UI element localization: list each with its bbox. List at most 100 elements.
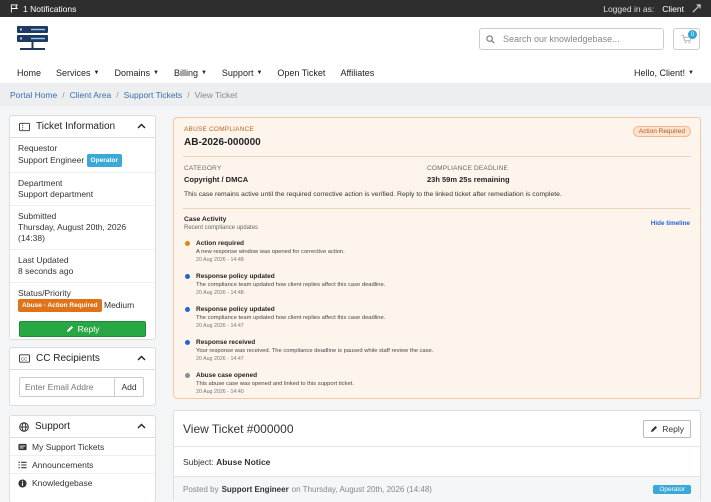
cc-email-input[interactable]: [19, 377, 115, 397]
account-menu[interactable]: Hello, Client! ▼: [634, 68, 694, 78]
support-my-tickets-label: My Support Tickets: [32, 441, 105, 452]
timeline-timestamp: 20 Aug 2026 - 14:48: [196, 257, 244, 263]
poster-operator-badge: Operator: [653, 485, 691, 494]
divider: [183, 156, 691, 157]
posted-on: on Thursday, August 20th, 2026 (14:48): [291, 485, 432, 494]
nav-open-ticket-label: Open Ticket: [277, 67, 326, 78]
cc-recipients-title: CC Recipients: [36, 353, 100, 364]
info-icon: [18, 478, 27, 488]
divider: [183, 208, 691, 209]
requestor-row: Requestor Support Engineer Operator: [10, 138, 155, 173]
ticket-info-header[interactable]: Ticket Information: [10, 116, 155, 138]
timeline-description: The compliance team updated how client r…: [196, 315, 386, 321]
timeline-timestamp: 20 Aug 2026 - 14:40: [196, 389, 244, 395]
notifications-label: 1 Notifications: [23, 3, 77, 14]
cc-icon: CC: [19, 354, 30, 363]
cart-button[interactable]: 0: [673, 28, 700, 50]
cc-add-button[interactable]: Add: [115, 377, 144, 397]
department-label: Department: [18, 178, 63, 188]
caret-down-icon: ▼: [200, 69, 207, 76]
case-activity-title: Case Activity: [184, 216, 227, 223]
timeline-dot: [185, 340, 190, 345]
cc-form: Add: [10, 370, 155, 404]
nav-billing-label: Billing: [173, 67, 198, 78]
server-logo-icon[interactable]: [17, 26, 48, 54]
notifications-link[interactable]: 1 Notifications: [10, 4, 76, 14]
view-ticket-title: View Ticket #000000: [183, 421, 294, 436]
requestor-name: Support Engineer: [18, 154, 85, 165]
breadcrumb-current: View Ticket: [194, 89, 238, 100]
nav-open-ticket[interactable]: Open Ticket: [277, 68, 325, 78]
ticket-subject: Subject: Abuse Notice: [174, 447, 700, 477]
cart-count-badge: 0: [688, 30, 697, 39]
hide-timeline-link[interactable]: Hide timeline: [651, 220, 690, 227]
logout-icon[interactable]: [692, 4, 701, 13]
poster-name: Support Engineer: [221, 485, 289, 494]
timeline-timestamp: 20 Aug 2026 - 14:47: [196, 323, 244, 329]
nav-support-label: Support: [221, 67, 254, 78]
svg-text:CC: CC: [21, 357, 28, 362]
breadcrumb-separator: /: [116, 89, 119, 100]
nav-affiliates-label: Affiliates: [340, 67, 375, 78]
view-ticket-reply-button[interactable]: Reply: [643, 419, 691, 438]
top-bar: 1 Notifications Logged in as: Client: [0, 0, 711, 17]
support-header[interactable]: Support: [10, 416, 155, 438]
list-icon: [18, 461, 27, 468]
category-label: CATEGORY: [184, 165, 222, 172]
logged-in-user[interactable]: Client: [662, 4, 684, 14]
timeline-description: This abuse case was opened and linked to…: [196, 381, 354, 387]
caret-down-icon: ▼: [688, 69, 694, 76]
chevron-up-icon[interactable]: [137, 353, 146, 364]
category-value: Copyright / DMCA: [184, 175, 249, 184]
breadcrumb-support-tickets[interactable]: Support Tickets: [124, 90, 183, 100]
timeline-timestamp: 20 Aug 2026 - 14:48: [196, 290, 244, 296]
submitted-row: Submitted Thursday, August 20th, 2026 (1…: [10, 206, 155, 250]
caret-down-icon: ▼: [256, 69, 263, 76]
knowledgebase-search[interactable]: [479, 28, 664, 50]
view-ticket-card: View Ticket #000000 Reply Subject: Abuse…: [173, 410, 701, 502]
nav-domains[interactable]: Domains ▼: [114, 68, 158, 78]
nav-affiliates[interactable]: Affiliates: [340, 68, 374, 78]
timeline-title: Response policy updated: [196, 273, 275, 280]
breadcrumb-separator: /: [62, 89, 65, 100]
timeline-timestamp: 20 Aug 2026 - 14:47: [196, 356, 244, 362]
view-ticket-header: View Ticket #000000 Reply: [174, 411, 700, 447]
nav-home[interactable]: Home: [17, 68, 41, 78]
deadline-label: COMPLIANCE DEADLINE: [427, 165, 509, 172]
nav-home-label: Home: [17, 67, 42, 78]
abuse-compliance-card: ABUSE COMPLIANCE AB-2026-000000 Action R…: [173, 117, 701, 399]
support-knowledgebase[interactable]: Knowledgebase: [10, 474, 155, 492]
department-value: Support department: [18, 189, 94, 199]
reply-button-label: Reply: [77, 324, 100, 334]
chevron-up-icon[interactable]: [137, 421, 146, 432]
subject-label: Subject:: [183, 457, 214, 467]
breadcrumb-client-area[interactable]: Client Area: [70, 90, 112, 100]
timeline-title: Response policy updated: [196, 306, 275, 313]
nav-support[interactable]: Support ▼: [222, 68, 262, 78]
timeline-description: The compliance team updated how client r…: [196, 282, 386, 288]
ticket-info-title: Ticket Information: [36, 121, 116, 132]
greeting-label: Hello, Client!: [634, 67, 686, 78]
submitted-date: Thursday, August 20th, 2026: [18, 222, 127, 232]
reply-button[interactable]: Reply: [19, 321, 146, 337]
message-footer: Posted by Support Engineer on Thursday, …: [174, 476, 700, 502]
breadcrumb-portal-home[interactable]: Portal Home: [10, 90, 57, 100]
breadcrumb: Portal Home / Client Area / Support Tick…: [0, 83, 711, 106]
flag-icon: [10, 4, 19, 13]
subject-value: Abuse Notice: [216, 457, 271, 467]
cc-recipients-header[interactable]: CC CC Recipients: [10, 348, 155, 370]
support-announcements[interactable]: Announcements: [10, 456, 155, 474]
pencil-icon: [66, 326, 73, 332]
nav-services[interactable]: Services ▼: [56, 68, 99, 78]
chevron-up-icon[interactable]: [137, 121, 146, 132]
support-panel: Support My Support Tickets Announcements…: [9, 415, 156, 502]
ticket-icon: [19, 122, 30, 131]
action-required-pill: Action Required: [632, 126, 691, 137]
support-announcements-label: Announcements: [32, 459, 94, 470]
timeline-title: Action required: [196, 240, 245, 247]
priority-value: Medium: [103, 299, 135, 310]
search-input[interactable]: [503, 34, 653, 44]
support-my-tickets[interactable]: My Support Tickets: [10, 438, 155, 456]
ticket-icon: [18, 443, 27, 450]
nav-billing[interactable]: Billing ▼: [174, 68, 207, 78]
